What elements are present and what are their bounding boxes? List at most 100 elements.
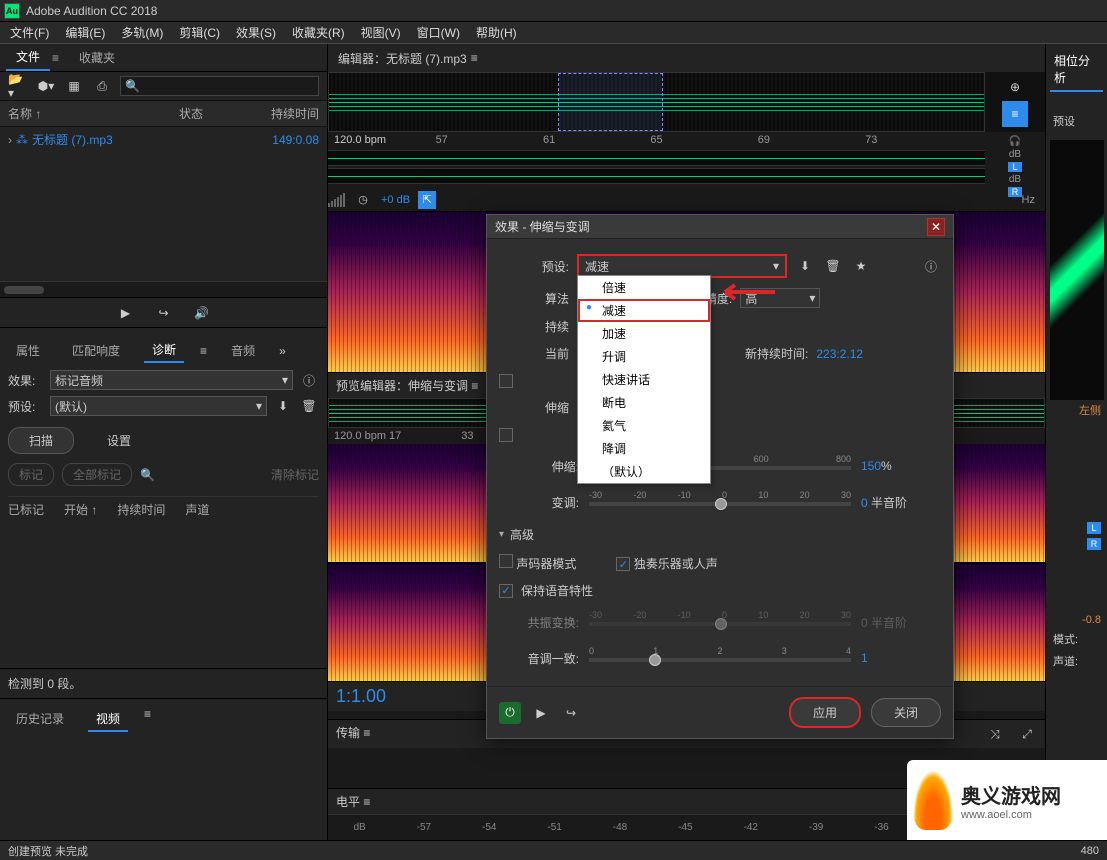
menu-edit[interactable]: 编辑(E) [57, 22, 113, 43]
preset-option[interactable]: 倍速 [578, 276, 710, 299]
left-channel-badge[interactable]: L [1008, 162, 1022, 172]
panel-overflow-icon[interactable]: » [279, 344, 286, 358]
col-duration[interactable]: 持续时间 [117, 501, 165, 518]
pitch-slider[interactable]: -30-20-100102030 [589, 490, 851, 514]
selection-range[interactable] [558, 73, 663, 131]
pin-icon[interactable]: ⇱ [418, 191, 436, 209]
delete-preset-icon[interactable]: 🗑 [823, 256, 843, 276]
preset-select[interactable]: (默认)▾ [50, 396, 267, 416]
lock-pitch-checkbox[interactable] [499, 428, 513, 442]
col-name[interactable]: 名称 ↑ [8, 105, 179, 122]
preset-option-selected[interactable]: 减速 [578, 299, 710, 322]
delete-preset-icon[interactable]: 🗑 [299, 396, 319, 416]
vocoder-checkbox[interactable] [499, 554, 513, 568]
tab-pitch[interactable]: 音频 [223, 339, 263, 362]
close-button[interactable]: 关闭 [871, 698, 941, 727]
import-icon[interactable]: ⎙ [92, 76, 112, 96]
settings-button[interactable]: 设置 [86, 427, 152, 454]
dialog-titlebar[interactable]: 效果 - 伸缩与变调 ✕ [487, 215, 953, 239]
files-search[interactable]: 🔍 [120, 76, 319, 96]
tab-history[interactable]: 历史记录 [8, 707, 72, 732]
tab-video[interactable]: 视频 [88, 707, 128, 732]
tab-diagnostics[interactable]: 诊断 [144, 338, 184, 363]
menu-window[interactable]: 窗口(W) [409, 22, 468, 43]
phase-r-badge[interactable]: R [1087, 538, 1101, 550]
menu-effects[interactable]: 效果(S) [228, 22, 284, 43]
tab-favorites[interactable]: 收藏夹 [69, 45, 125, 70]
multitrack-icon[interactable]: ▦ [64, 76, 84, 96]
preset-option[interactable]: （默认） [578, 460, 710, 483]
search-icon[interactable]: 🔍 [140, 468, 155, 482]
waveform-overview[interactable]: ⊕ ≡ [328, 72, 1045, 132]
consistency-value[interactable]: 1 [861, 651, 941, 665]
tab-files[interactable]: 文件 [6, 44, 50, 71]
preset-option[interactable]: 断电 [578, 391, 710, 414]
tab-properties[interactable]: 属性 [8, 339, 48, 362]
scan-button[interactable]: 扫描 [8, 427, 74, 454]
tab-match-loudness[interactable]: 匹配响度 [64, 339, 128, 362]
preview-play-icon[interactable]: ▶ [531, 703, 551, 723]
expand-icon[interactable]: ⤢ [1017, 724, 1037, 744]
preset-option[interactable]: 降调 [578, 437, 710, 460]
zoom-tool-icon[interactable]: ⊕ [1005, 77, 1025, 97]
file-row[interactable]: › ⁂ 无标题 (7).mp3 149:0.08 [0, 127, 327, 152]
preset-option[interactable]: 氦气 [578, 414, 710, 437]
phase-title[interactable]: 相位分析 [1050, 48, 1103, 92]
level-menu-icon[interactable]: ≡ [363, 795, 370, 809]
col-channel[interactable]: 声道 [185, 501, 209, 518]
timeline[interactable]: 120.0 bpm 57 61 65 69 73 🎧 dB L dB R [328, 132, 1045, 188]
play-icon[interactable]: ▶ [116, 303, 136, 323]
stretch-value[interactable]: 150% [861, 459, 941, 473]
effect-select[interactable]: 标记音频▾ [50, 370, 293, 390]
advanced-toggle[interactable]: 高级 [499, 520, 941, 549]
shuffle-icon[interactable]: ⤨ [985, 724, 1005, 744]
headphone-icon[interactable]: 🎧 [1005, 136, 1025, 147]
menu-favorites[interactable]: 收藏夹(R) [284, 22, 353, 43]
diag-menu-icon[interactable]: ≡ [200, 344, 207, 358]
detect-result: 检测到 0 段。 [0, 668, 327, 698]
consistency-slider[interactable]: 01234 [589, 646, 851, 670]
pitch-value[interactable]: 0 半音阶 [861, 494, 941, 511]
power-icon[interactable]: ⏻ [499, 702, 521, 724]
solo-checkbox[interactable] [616, 557, 630, 571]
export-icon[interactable]: ↪ [154, 303, 174, 323]
new-duration-value[interactable]: 223:2.12 [816, 347, 863, 361]
transfer-menu-icon[interactable]: ≡ [363, 726, 370, 740]
col-start[interactable]: 开始 ↑ [64, 501, 97, 518]
menu-clip[interactable]: 剪辑(C) [171, 22, 228, 43]
open-file-icon[interactable]: 📂▾ [8, 76, 28, 96]
clock-icon[interactable]: ◷ [353, 190, 373, 210]
loop-icon[interactable]: ↪ [561, 703, 581, 723]
menu-file[interactable]: 文件(F) [2, 22, 57, 43]
save-preset-icon[interactable]: ⬇ [273, 396, 293, 416]
lock-duration-checkbox[interactable] [499, 374, 513, 388]
menu-view[interactable]: 视图(V) [353, 22, 409, 43]
history-menu-icon[interactable]: ≡ [144, 707, 151, 732]
preview-menu-icon[interactable]: ≡ [471, 379, 478, 393]
preset-option[interactable]: 加速 [578, 322, 710, 345]
info-icon[interactable]: ⓘ [921, 256, 941, 276]
editor-menu-icon[interactable]: ≡ [471, 51, 478, 65]
col-status[interactable]: 状态 [179, 105, 239, 122]
col-marked[interactable]: 已标记 [8, 501, 44, 518]
close-icon[interactable]: ✕ [927, 218, 945, 236]
save-preset-icon[interactable]: ⬇ [795, 256, 815, 276]
col-duration[interactable]: 持续时间 [239, 105, 319, 122]
menu-multitrack[interactable]: 多轨(M) [113, 22, 171, 43]
pitch-label: 变调: [499, 494, 579, 511]
expand-icon[interactable]: › [8, 133, 12, 147]
apply-button[interactable]: 应用 [789, 697, 861, 728]
speaker-icon[interactable]: 🔊 [192, 303, 212, 323]
preset-option[interactable]: 升调 [578, 345, 710, 368]
files-scroll[interactable] [0, 281, 327, 297]
preset-option[interactable]: 快速讲话 [578, 368, 710, 391]
right-channel-badge[interactable]: R [1008, 187, 1022, 197]
spectral-view-icon[interactable]: ≡ [1002, 101, 1028, 127]
phase-l-badge[interactable]: L [1087, 522, 1101, 534]
favorite-icon[interactable]: ★ [851, 256, 871, 276]
menu-help[interactable]: 帮助(H) [468, 22, 525, 43]
preserve-checkbox[interactable] [499, 584, 513, 598]
record-icon[interactable]: ⬢▾ [36, 76, 56, 96]
tab-files-menu-icon[interactable]: ≡ [52, 51, 59, 65]
info-icon[interactable]: ⓘ [299, 370, 319, 390]
